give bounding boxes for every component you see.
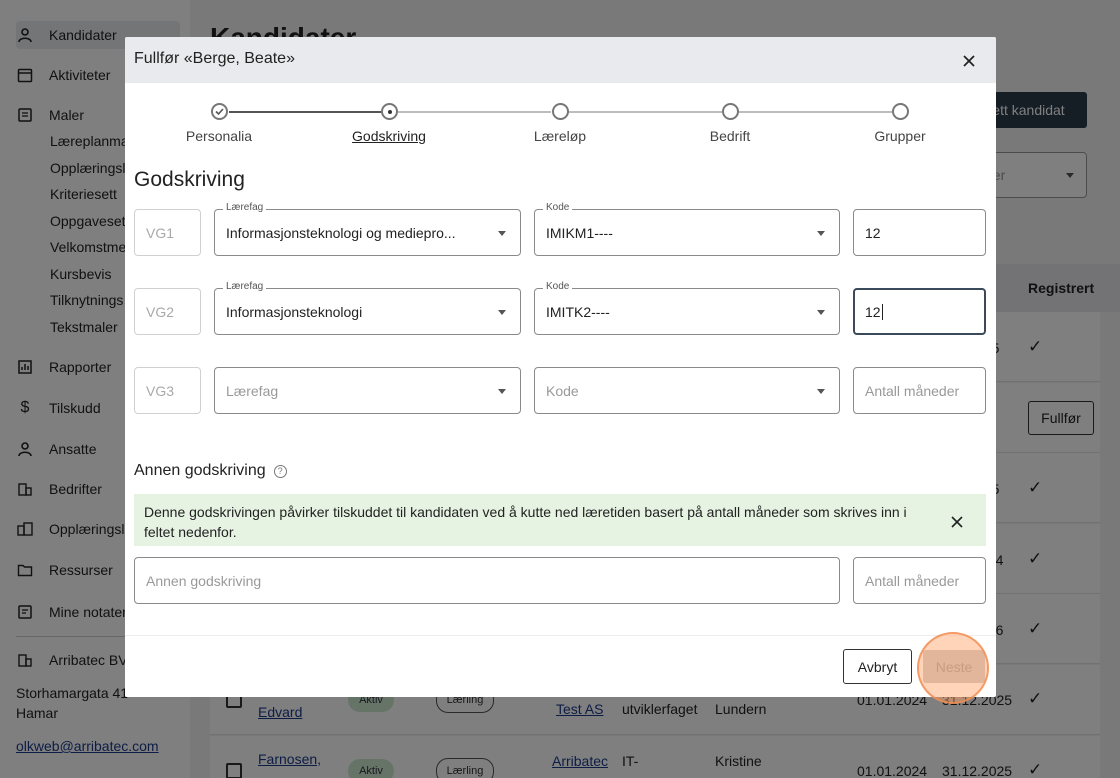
step-pending-icon[interactable]: [552, 103, 569, 120]
chevron-down-icon: [498, 389, 506, 394]
footer-divider: [125, 635, 996, 636]
close-icon[interactable]: [960, 52, 978, 70]
months-input-vg3[interactable]: Antall måneder: [853, 367, 986, 414]
section-title: Godskriving: [134, 168, 245, 191]
chevron-down-icon: [817, 231, 825, 236]
kode-select-vg3[interactable]: Kode: [534, 367, 840, 414]
level-field-vg2: VG2: [134, 288, 201, 335]
annen-months-input[interactable]: Antall måneder: [853, 557, 986, 604]
months-input-vg1[interactable]: 12: [853, 209, 986, 256]
help-icon[interactable]: ?: [273, 464, 287, 478]
laerefag-value: Informasjonsteknologi og mediepro...: [226, 224, 456, 241]
annen-godskriving-input[interactable]: Annen godskriving: [134, 557, 840, 604]
stepper-connector: [229, 111, 389, 113]
level-value: VG2: [146, 303, 175, 320]
level-value: VG1: [146, 224, 175, 241]
annen-title-text: Annen godskriving: [134, 462, 266, 479]
step-bedrift[interactable]: Bedrift: [660, 128, 800, 144]
laerefag-select-vg2[interactable]: Lærefag Informasjonsteknologi: [214, 281, 521, 335]
kode-placeholder: Kode: [546, 382, 579, 399]
stepper-connector: [568, 111, 722, 113]
laerefag-select-vg1[interactable]: Lærefag Informasjonsteknologi og mediepr…: [214, 202, 521, 256]
chevron-down-icon: [817, 310, 825, 315]
months-input-vg2[interactable]: 12: [853, 288, 986, 335]
laerefag-placeholder: Lærefag: [226, 382, 279, 399]
months-value: 12: [865, 303, 881, 320]
step-personalia[interactable]: Personalia: [149, 128, 289, 144]
field-label: Lærefag: [223, 281, 267, 292]
stepper-connector: [738, 111, 892, 113]
field-label: Kode: [543, 202, 573, 213]
info-text: Denne godskrivingen påvirker tilskuddet …: [144, 504, 907, 540]
stepper-connector: [398, 111, 551, 113]
finish-candidate-dialog: Fullfør «Berge, Beate» Personalia Godskr…: [125, 37, 996, 697]
step-pending-icon[interactable]: [722, 103, 739, 120]
annen-months-placeholder: Antall måneder: [865, 572, 960, 589]
months-value: 12: [865, 224, 881, 241]
kode-value: IMIKM1----: [546, 224, 613, 241]
annen-godskriving-heading: Annen godskriving ?: [134, 462, 287, 480]
months-placeholder: Antall måneder: [865, 382, 960, 399]
step-pending-icon[interactable]: [892, 103, 909, 120]
step-laereloep[interactable]: Læreløp: [490, 128, 630, 144]
chevron-down-icon: [817, 389, 825, 394]
kode-select-vg2[interactable]: Kode IMITK2----: [534, 281, 840, 335]
step-current-icon[interactable]: [381, 103, 398, 120]
text-caret: [881, 303, 883, 320]
chevron-down-icon: [498, 310, 506, 315]
field-label: Lærefag: [223, 202, 267, 213]
step-godskriving[interactable]: Godskriving: [319, 128, 459, 144]
kode-value: IMITK2----: [546, 303, 610, 320]
chevron-down-icon: [498, 231, 506, 236]
kode-select-vg1[interactable]: Kode IMIKM1----: [534, 202, 840, 256]
step-grupper[interactable]: Grupper: [830, 128, 970, 144]
click-indicator: [917, 632, 989, 704]
annen-placeholder: Annen godskriving: [146, 572, 262, 589]
field-label: Kode: [543, 281, 573, 292]
dialog-header: Fullfør «Berge, Beate»: [125, 37, 996, 83]
level-value: VG3: [146, 382, 175, 399]
close-icon[interactable]: [950, 515, 964, 529]
laerefag-select-vg3[interactable]: Lærefag: [214, 367, 521, 414]
level-field-vg1: VG1: [134, 209, 201, 256]
step-done-icon[interactable]: [211, 103, 228, 120]
cancel-button[interactable]: Avbryt: [843, 649, 912, 684]
info-banner: Denne godskrivingen påvirker tilskuddet …: [134, 494, 986, 546]
level-field-vg3: VG3: [134, 367, 201, 414]
laerefag-value: Informasjonsteknologi: [226, 303, 363, 320]
dialog-title: Fullfør «Berge, Beate»: [134, 50, 295, 67]
